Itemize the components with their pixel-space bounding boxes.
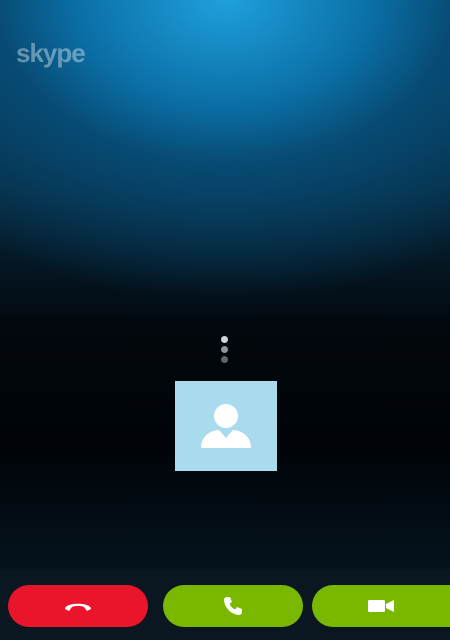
audio-call-button[interactable] (163, 585, 303, 627)
default-avatar-icon (201, 404, 251, 448)
progress-dot (221, 336, 228, 343)
phone-icon (224, 597, 242, 615)
call-controls-bar (0, 570, 450, 640)
svg-text:skype: skype (16, 38, 85, 68)
progress-dot (221, 346, 228, 353)
connecting-indicator (221, 336, 229, 364)
call-screen: skype (0, 0, 450, 640)
skype-logo: skype (16, 38, 86, 68)
video-call-button[interactable] (312, 585, 450, 627)
end-call-button[interactable] (8, 585, 148, 627)
contact-avatar (175, 381, 277, 471)
progress-dot (221, 356, 228, 363)
hang-up-icon (65, 603, 91, 611)
video-camera-icon (368, 600, 394, 612)
